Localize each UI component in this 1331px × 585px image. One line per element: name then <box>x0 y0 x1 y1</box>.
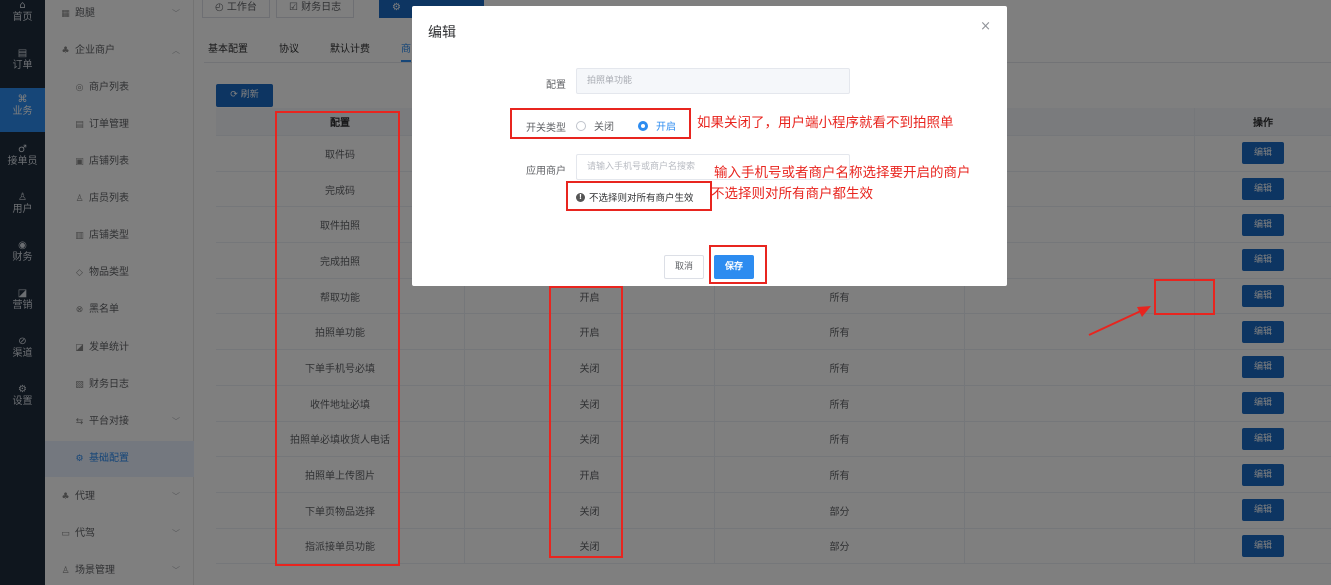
dialog-title: 编辑 <box>428 25 456 41</box>
config-field: 拍照单功能 <box>576 68 850 94</box>
close-icon[interactable]: × <box>980 19 991 34</box>
annotation-note-switch: 如果关闭了，用户端小程序就看不到拍照单 <box>697 115 954 131</box>
annotation-box-hint <box>566 181 712 211</box>
cancel-button[interactable]: 取消 <box>664 255 704 279</box>
annotation-note-merchant: 输入手机号或者商户名称选择要开启的商户 <box>714 165 971 181</box>
annotation-box-config-column <box>275 111 400 566</box>
annotation-box-status-column <box>549 286 623 558</box>
annotation-box-save <box>709 245 767 284</box>
config-label: 配置 <box>546 80 566 91</box>
annotation-box-switch <box>510 108 691 139</box>
annotation-box-edit <box>1154 279 1215 315</box>
edit-dialog: 编辑 × 配置 拍照单功能 开关类型 关闭 开启 应用商户 请输入手机号或商户名… <box>412 6 1007 286</box>
annotation-arrow-icon <box>1088 306 1151 336</box>
merchant-label: 应用商户 <box>526 166 566 177</box>
annotation-note-all: 不选择则对所有商户都生效 <box>711 186 873 202</box>
